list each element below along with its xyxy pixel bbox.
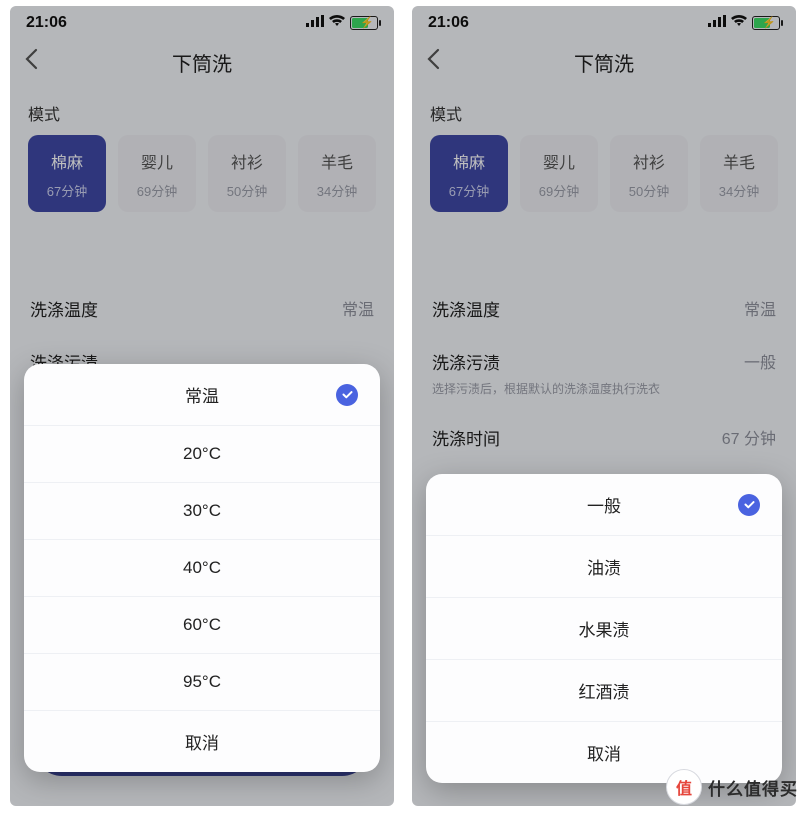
back-button[interactable]	[426, 48, 440, 75]
mode-cotton[interactable]: 棉麻67分钟	[28, 135, 106, 212]
nav-bar: 下筒洗	[10, 34, 394, 95]
mode-list: 棉麻67分钟 婴儿69分钟 衬衫50分钟 羊毛34分钟	[412, 135, 796, 212]
temp-option-ambient[interactable]: 常温	[24, 364, 380, 425]
row-wash-stain[interactable]: 洗涤污渍 选择污渍后，根据默认的洗涤温度执行洗衣 一般	[412, 335, 796, 411]
nav-bar: 下筒洗	[412, 34, 796, 95]
row-wash-time[interactable]: 洗涤时间 67 分钟	[412, 411, 796, 464]
signal-icon	[708, 14, 726, 32]
section-mode-label: 模式	[10, 95, 394, 135]
stain-option-normal[interactable]: 一般	[426, 474, 782, 535]
row-wash-temp[interactable]: 洗涤温度 常温	[10, 282, 394, 335]
watermark-badge: 值	[666, 769, 702, 805]
row-wash-temp[interactable]: 洗涤温度 常温	[412, 282, 796, 335]
mode-baby[interactable]: 婴儿69分钟	[118, 135, 196, 212]
stain-action-sheet: 一般 油渍 水果渍 红酒渍 取消	[426, 474, 782, 783]
settings-list: 洗涤温度 常温 洗涤污渍 选择污渍后，根据默认的洗涤温度执行洗衣 一般 洗涤时间…	[412, 282, 796, 464]
section-mode-label: 模式	[412, 95, 796, 135]
signal-icon	[306, 14, 324, 32]
page-title: 下筒洗	[172, 48, 232, 77]
phone-left: 21:06 ⚡ 下筒洗 模式 棉麻67分钟 婴儿69分钟 衬衫50分钟 羊毛34…	[10, 6, 394, 806]
battery-icon: ⚡	[752, 16, 780, 30]
back-button[interactable]	[24, 48, 38, 75]
temp-action-sheet: 常温 20°C 30°C 40°C 60°C 95°C 取消	[24, 364, 380, 772]
temp-option-60[interactable]: 60°C	[24, 596, 380, 653]
temp-option-20[interactable]: 20°C	[24, 425, 380, 482]
wifi-icon	[328, 14, 346, 32]
stain-option-wine[interactable]: 红酒渍	[426, 659, 782, 721]
phone-right: 21:06 ⚡ 下筒洗 模式 棉麻67分钟 婴儿69分钟 衬衫50分钟 羊毛34…	[412, 6, 796, 806]
status-bar: 21:06 ⚡	[412, 6, 796, 34]
status-bar: 21:06 ⚡	[10, 6, 394, 34]
row-wash-stain-sub: 选择污渍后，根据默认的洗涤温度执行洗衣	[432, 380, 660, 397]
mode-wool[interactable]: 羊毛34分钟	[700, 135, 778, 212]
stain-option-fruit[interactable]: 水果渍	[426, 597, 782, 659]
check-icon	[738, 494, 760, 516]
temp-cancel-button[interactable]: 取消	[24, 710, 380, 772]
status-time: 21:06	[26, 14, 67, 32]
stain-option-oil[interactable]: 油渍	[426, 535, 782, 597]
mode-cotton[interactable]: 棉麻67分钟	[430, 135, 508, 212]
mode-wool[interactable]: 羊毛34分钟	[298, 135, 376, 212]
status-time: 21:06	[428, 14, 469, 32]
watermark: 值 什么值得买	[666, 769, 798, 805]
battery-icon: ⚡	[350, 16, 378, 30]
temp-option-30[interactable]: 30°C	[24, 482, 380, 539]
mode-list: 棉麻67分钟 婴儿69分钟 衬衫50分钟 羊毛34分钟	[10, 135, 394, 212]
page-title: 下筒洗	[574, 48, 634, 77]
settings-list: 洗涤温度 常温 洗涤污渍	[10, 282, 394, 374]
mode-baby[interactable]: 婴儿69分钟	[520, 135, 598, 212]
mode-shirt[interactable]: 衬衫50分钟	[208, 135, 286, 212]
temp-option-95[interactable]: 95°C	[24, 653, 380, 710]
mode-shirt[interactable]: 衬衫50分钟	[610, 135, 688, 212]
status-icons: ⚡	[708, 14, 780, 32]
check-icon	[336, 384, 358, 406]
watermark-text: 什么值得买	[708, 775, 798, 800]
status-icons: ⚡	[306, 14, 378, 32]
temp-option-40[interactable]: 40°C	[24, 539, 380, 596]
wifi-icon	[730, 14, 748, 32]
